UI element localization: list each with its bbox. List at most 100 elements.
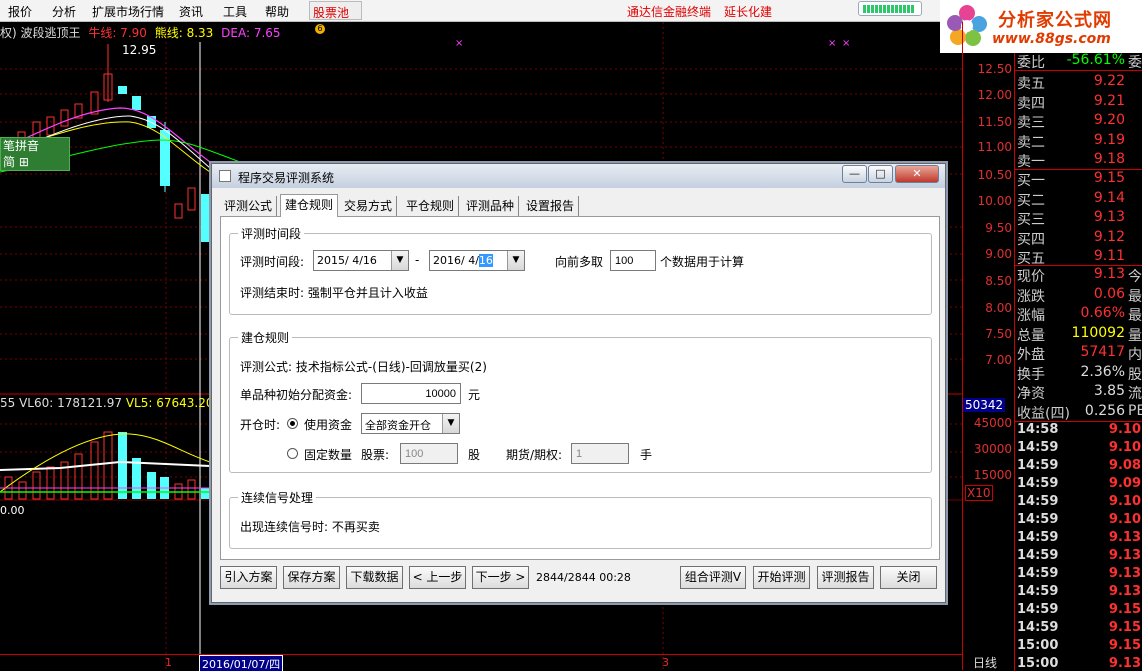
- maximize-button[interactable]: □: [868, 165, 893, 183]
- tick-row: 15:00 9.13: [1015, 656, 1142, 671]
- radio-use-funds[interactable]: [287, 418, 298, 429]
- tick-row: 14:59 9.13: [1015, 530, 1142, 548]
- quote-label: 外盘: [1017, 347, 1045, 363]
- candle: [201, 194, 210, 242]
- fixed-quantity-label[interactable]: 固定数量: [304, 446, 352, 463]
- quote-value: 9.13: [1093, 209, 1125, 225]
- menu-extended-market[interactable]: 扩展市场行情: [92, 3, 164, 20]
- tick-price: 9.10: [1108, 512, 1141, 527]
- capital-input[interactable]: [361, 383, 461, 404]
- volume-bar: [103, 431, 113, 500]
- tab-entry-rules[interactable]: 建仓规则: [280, 194, 339, 217]
- chevron-down-icon[interactable]: ▼: [442, 414, 459, 433]
- promo-stock-link[interactable]: 延长化建: [724, 3, 772, 20]
- dialog-title: 程序交易评测系统: [238, 171, 335, 185]
- bid-row: 买三 9.13: [1015, 209, 1142, 228]
- quote-label: 卖二: [1017, 134, 1045, 151]
- stock-pool-button[interactable]: 股票池6: [309, 1, 362, 34]
- ime-toolbar[interactable]: 笔拼音 简 ⊞: [0, 137, 70, 171]
- peak-price-label: 12.95: [122, 43, 156, 57]
- use-funds-label[interactable]: 使用资金: [304, 416, 352, 433]
- tab-panel: 评测时间段 评测时间段: 2015/ 4/16 ▼ - 2016/ 4/16 ▼…: [220, 216, 940, 560]
- ask-row: 卖五 9.22: [1015, 73, 1142, 92]
- minimize-button[interactable]: —: [842, 165, 867, 183]
- price-tick: 12.50: [977, 62, 1012, 76]
- stat-row: 涨幅 0.66% 最: [1015, 305, 1142, 324]
- menu-quote[interactable]: 报价: [8, 3, 32, 20]
- stock-unit: 股: [468, 448, 481, 462]
- end-date-picker[interactable]: 2016/ 4/16 ▼: [429, 250, 525, 271]
- progress-status: 2844/2844 00:28: [536, 571, 631, 584]
- ime-mode: 笔拼音: [3, 139, 40, 153]
- time-tick: 1: [165, 656, 172, 669]
- combo-test-button[interactable]: 组合评测V: [680, 566, 746, 589]
- lookback-input[interactable]: [610, 250, 656, 271]
- next-step-button[interactable]: 下一步 >: [472, 566, 529, 589]
- tab-trade-mode[interactable]: 交易方式: [340, 196, 398, 216]
- quote-value: 9.11: [1093, 248, 1125, 264]
- tick-row: 15:00 9.15: [1015, 638, 1142, 656]
- radio-fixed-quantity[interactable]: [287, 448, 298, 459]
- tick-price: 9.13: [1108, 566, 1141, 581]
- quote-tail: 最: [1128, 308, 1142, 324]
- save-plan-button[interactable]: 保存方案: [283, 566, 340, 589]
- start-date-value: 2015/ 4/16: [317, 254, 377, 267]
- promo-terminal-link[interactable]: 通达信金融终端: [627, 3, 711, 20]
- price-axis: 12.50 12.00 11.50 11.00 10.50 10.00 9.50…: [962, 22, 1014, 670]
- ask-row: 卖二 9.19: [1015, 132, 1142, 151]
- stat-row: 换手 2.36% 股: [1015, 364, 1142, 383]
- candle: [187, 187, 196, 211]
- tab-exit-rules[interactable]: 平仓规则: [402, 196, 460, 216]
- stat-row: 总量 110092 量: [1015, 325, 1142, 344]
- tick-price: 9.09: [1108, 476, 1141, 491]
- menu-help[interactable]: 帮助: [265, 3, 289, 20]
- prev-step-button[interactable]: < 上一步: [409, 566, 466, 589]
- start-test-button[interactable]: 开始评测: [753, 566, 810, 589]
- tick-price: 9.10: [1108, 422, 1141, 437]
- volume-bar: [118, 432, 127, 499]
- tab-instruments[interactable]: 评测品种: [462, 196, 520, 216]
- price-tick: 7.00: [985, 353, 1012, 367]
- tab-report-settings[interactable]: 设置报告: [522, 196, 580, 216]
- volume-tick: 45000: [973, 416, 1012, 430]
- quote-label: 总量: [1017, 327, 1045, 344]
- tick-time: 14:59: [1017, 476, 1059, 491]
- tick-time: 14:59: [1017, 602, 1059, 617]
- quote-value: 9.21: [1093, 92, 1125, 109]
- menu-analysis[interactable]: 分析: [52, 3, 76, 20]
- close-button[interactable]: 关闭: [880, 566, 937, 589]
- menu-tools[interactable]: 工具: [223, 3, 247, 20]
- tick-time: 15:00: [1017, 638, 1059, 653]
- futures-quantity-input[interactable]: [571, 443, 629, 464]
- funds-mode-value: 全部资金开仓: [365, 419, 431, 432]
- quote-value: 110092: [1071, 324, 1125, 341]
- quote-label: 委比: [1017, 55, 1045, 71]
- chevron-down-icon[interactable]: ▼: [391, 251, 408, 270]
- test-report-button[interactable]: 评测报告: [817, 566, 874, 589]
- import-plan-button[interactable]: 引入方案: [220, 566, 277, 589]
- dialog-titlebar[interactable]: 程序交易评测系统 — □ ✕: [212, 164, 945, 188]
- tick-row: 14:59 9.10: [1015, 512, 1142, 530]
- signal-group: 连续信号处理 出现连续信号时: 不再买卖: [229, 489, 932, 549]
- funds-mode-select[interactable]: 全部资金开仓 ▼: [361, 413, 460, 434]
- chevron-down-icon[interactable]: ▼: [507, 251, 524, 270]
- vol-ma-line: [0, 460, 211, 471]
- dea-value: DEA: 7.65: [221, 26, 281, 40]
- period-label[interactable]: 日线: [973, 654, 997, 671]
- end-date-day-selected: 16: [478, 254, 493, 267]
- stock-quantity-input[interactable]: [400, 443, 458, 464]
- quote-value: 0.06: [1093, 285, 1125, 302]
- logo-title: 分析家公式网: [998, 10, 1112, 31]
- start-date-picker[interactable]: 2015/ 4/16 ▼: [313, 250, 409, 271]
- quote-label: 涨跌: [1017, 288, 1045, 305]
- download-data-button[interactable]: 下载数据: [346, 566, 403, 589]
- app-window-icon: [219, 170, 231, 182]
- tab-formula[interactable]: 评测公式: [220, 196, 278, 216]
- quote-label: 涨幅: [1017, 308, 1045, 324]
- ask-row: 卖四 9.21: [1015, 93, 1142, 112]
- signal-marker: ×: [828, 38, 836, 49]
- window-close-button[interactable]: ✕: [895, 165, 939, 183]
- menu-info[interactable]: 资讯: [179, 3, 203, 20]
- price-tick: 9.50: [985, 221, 1012, 235]
- capital-label: 单品种初始分配资金:: [240, 388, 353, 402]
